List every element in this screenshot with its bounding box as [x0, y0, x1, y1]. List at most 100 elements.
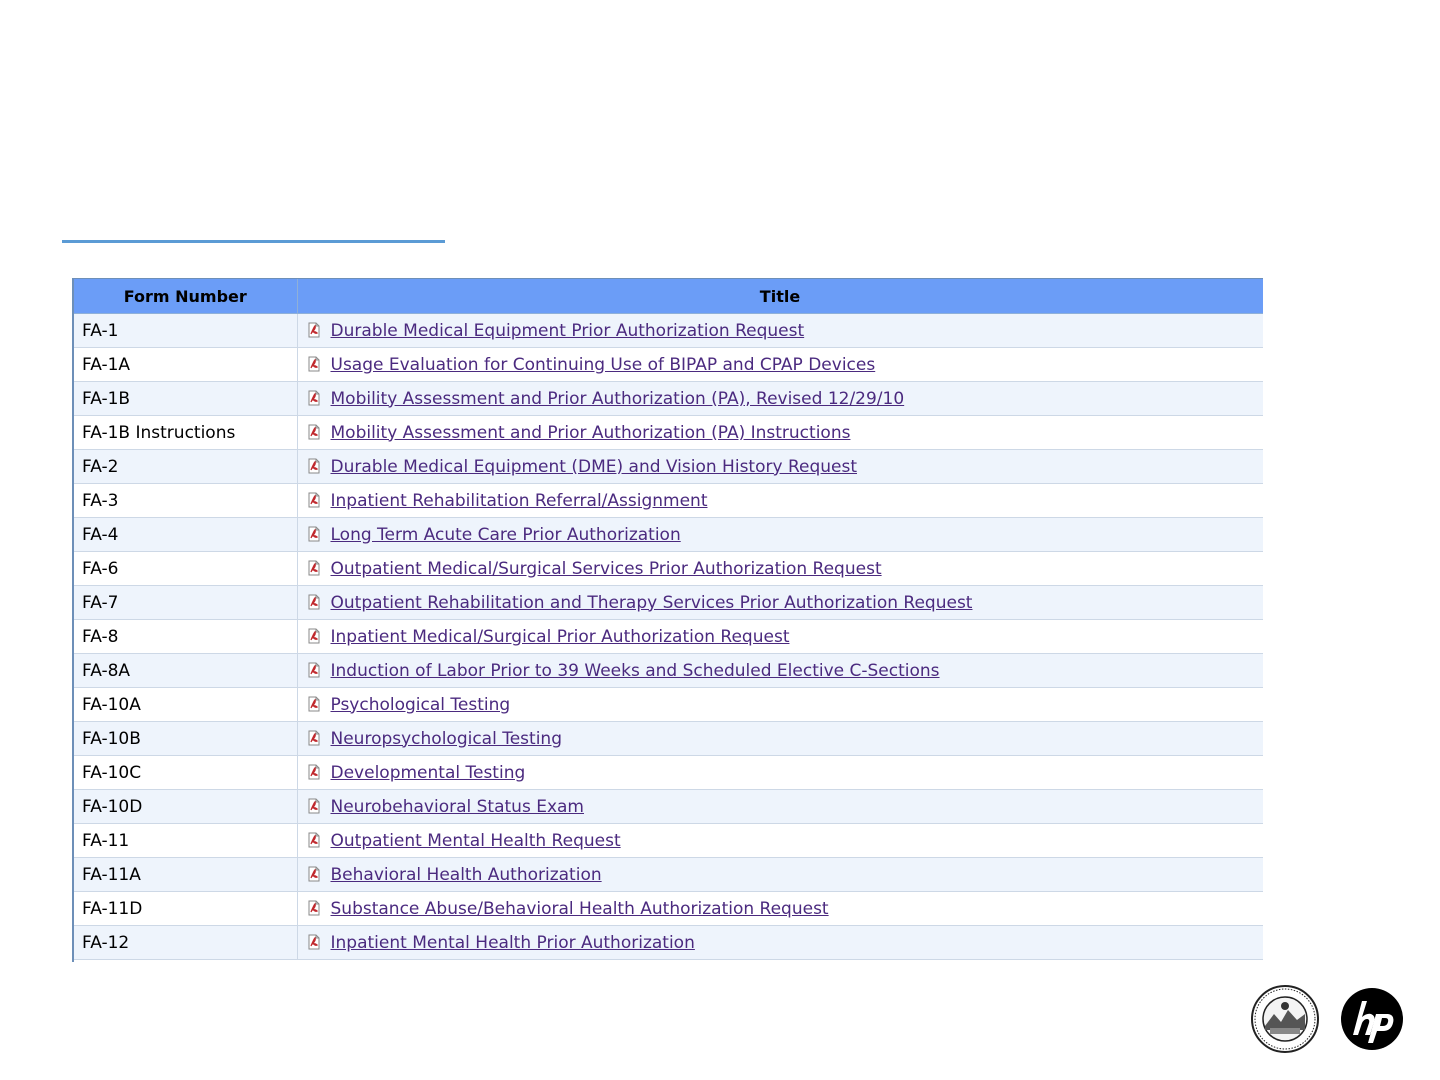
- form-number-cell: FA-4: [74, 517, 298, 552]
- form-number-cell: FA-3: [74, 483, 298, 518]
- title-cell: Psychological Testing: [297, 687, 1263, 722]
- form-title-link[interactable]: Outpatient Mental Health Request: [331, 831, 621, 851]
- title-cell: Behavioral Health Authorization: [297, 857, 1263, 892]
- title-cell: Mobility Assessment and Prior Authorizat…: [297, 415, 1263, 450]
- form-title-link[interactable]: Behavioral Health Authorization: [331, 865, 602, 885]
- form-title-link[interactable]: Inpatient Rehabilitation Referral/Assign…: [331, 491, 708, 511]
- table-row: FA-3 Inpatient Rehabilitation Referral/As…: [74, 483, 1263, 518]
- table-row: FA-11D Substance Abuse/Behavioral Health …: [74, 891, 1263, 926]
- pdf-icon[interactable]: [306, 322, 322, 338]
- table-row: FA-8A Induction of Labor Prior to 39 Week…: [74, 653, 1263, 688]
- pdf-icon[interactable]: [306, 492, 322, 508]
- table-row: FA-2 Durable Medical Equipment (DME) and …: [74, 449, 1263, 484]
- form-number-cell: FA-10A: [74, 687, 298, 722]
- pdf-icon[interactable]: [306, 934, 322, 950]
- form-number-cell: FA-8A: [74, 653, 298, 688]
- form-number-cell: FA-12: [74, 925, 298, 960]
- table-body: FA-1 Durable Medical Equipment Prior Auth…: [74, 313, 1263, 960]
- pdf-icon[interactable]: [306, 560, 322, 576]
- table-row: FA-1 Durable Medical Equipment Prior Auth…: [74, 313, 1263, 348]
- title-cell: Inpatient Mental Health Prior Authorizat…: [297, 925, 1263, 960]
- hp-logo-icon: [1341, 988, 1403, 1050]
- form-title-link[interactable]: Outpatient Rehabilitation and Therapy Se…: [331, 593, 973, 613]
- pdf-icon[interactable]: [306, 628, 322, 644]
- form-number-cell: FA-11: [74, 823, 298, 858]
- form-title-link[interactable]: Psychological Testing: [331, 695, 511, 715]
- pdf-icon[interactable]: [306, 866, 322, 882]
- form-number-cell: FA-7: [74, 585, 298, 620]
- column-header-title: Title: [297, 279, 1263, 314]
- form-title-link[interactable]: Inpatient Medical/Surgical Prior Authori…: [331, 627, 790, 647]
- title-cell: Usage Evaluation for Continuing Use of B…: [297, 347, 1263, 382]
- form-title-link[interactable]: Developmental Testing: [331, 763, 526, 783]
- form-number-cell: FA-1A: [74, 347, 298, 382]
- table-row: FA-10C Developmental Testing: [74, 755, 1263, 790]
- title-cell: Inpatient Medical/Surgical Prior Authori…: [297, 619, 1263, 654]
- table-row: FA-10B Neuropsychological Testing: [74, 721, 1263, 756]
- form-title-link[interactable]: Neuropsychological Testing: [331, 729, 563, 749]
- column-header-form-number: Form Number: [74, 279, 298, 314]
- table-row: FA-1B Mobility Assessment and Prior Autho…: [74, 381, 1263, 416]
- title-cell: Induction of Labor Prior to 39 Weeks and…: [297, 653, 1263, 688]
- title-cell: Inpatient Rehabilitation Referral/Assign…: [297, 483, 1263, 518]
- form-number-cell: FA-2: [74, 449, 298, 484]
- form-title-link[interactable]: Usage Evaluation for Continuing Use of B…: [331, 355, 876, 375]
- title-cell: Substance Abuse/Behavioral Health Author…: [297, 891, 1263, 926]
- title-cell: Neuropsychological Testing: [297, 721, 1263, 756]
- table-row: FA-8 Inpatient Medical/Surgical Prior Aut…: [74, 619, 1263, 654]
- form-number-cell: FA-10B: [74, 721, 298, 756]
- state-seal-icon: [1251, 985, 1319, 1053]
- form-title-link[interactable]: Outpatient Medical/Surgical Services Pri…: [331, 559, 882, 579]
- pdf-icon[interactable]: [306, 764, 322, 780]
- pdf-icon[interactable]: [306, 526, 322, 542]
- title-cell: Outpatient Rehabilitation and Therapy Se…: [297, 585, 1263, 620]
- footer-logos: [1250, 984, 1404, 1054]
- forms-table-container: Form Number Title FA-1 Durable Medical Eq…: [72, 278, 1263, 962]
- form-number-cell: FA-1: [74, 313, 298, 348]
- title-cell: Neurobehavioral Status Exam: [297, 789, 1263, 824]
- form-number-cell: FA-8: [74, 619, 298, 654]
- title-cell: Durable Medical Equipment Prior Authoriz…: [297, 313, 1263, 348]
- form-title-link[interactable]: Durable Medical Equipment (DME) and Visi…: [331, 457, 858, 477]
- title-cell: Outpatient Mental Health Request: [297, 823, 1263, 858]
- form-title-link[interactable]: Durable Medical Equipment Prior Authoriz…: [331, 321, 805, 341]
- form-number-cell: FA-6: [74, 551, 298, 586]
- form-title-link[interactable]: Neurobehavioral Status Exam: [331, 797, 584, 817]
- title-cell: Durable Medical Equipment (DME) and Visi…: [297, 449, 1263, 484]
- form-number-cell: FA-11D: [74, 891, 298, 926]
- table-header-row: Form Number Title: [74, 279, 1263, 314]
- form-number-cell: FA-10C: [74, 755, 298, 790]
- form-number-cell: FA-10D: [74, 789, 298, 824]
- title-cell: Outpatient Medical/Surgical Services Pri…: [297, 551, 1263, 586]
- pdf-icon[interactable]: [306, 730, 322, 746]
- form-number-cell: FA-11A: [74, 857, 298, 892]
- form-number-cell: FA-1B Instructions: [74, 415, 298, 450]
- pdf-icon[interactable]: [306, 662, 322, 678]
- table-row: FA-10A Psychological Testing: [74, 687, 1263, 722]
- form-title-link[interactable]: Substance Abuse/Behavioral Health Author…: [331, 899, 829, 919]
- table-row: FA-1A Usage Evaluation for Continuing Use…: [74, 347, 1263, 382]
- pdf-icon[interactable]: [306, 458, 322, 474]
- table-row: FA-12 Inpatient Mental Health Prior Autho…: [74, 925, 1263, 960]
- pdf-icon[interactable]: [306, 900, 322, 916]
- forms-table: Form Number Title FA-1 Durable Medical Eq…: [74, 279, 1263, 960]
- table-row: FA-1B Instructions Mobility Assessment an…: [74, 415, 1263, 450]
- form-title-link[interactable]: Long Term Acute Care Prior Authorization: [331, 525, 681, 545]
- pdf-icon[interactable]: [306, 696, 322, 712]
- pdf-icon[interactable]: [306, 594, 322, 610]
- title-underline: [62, 240, 445, 243]
- table-row: FA-4 Long Term Acute Care Prior Authoriza…: [74, 517, 1263, 552]
- pdf-icon[interactable]: [306, 798, 322, 814]
- pdf-icon[interactable]: [306, 832, 322, 848]
- form-title-link[interactable]: Mobility Assessment and Prior Authorizat…: [331, 389, 905, 409]
- pdf-icon[interactable]: [306, 390, 322, 406]
- form-number-cell: FA-1B: [74, 381, 298, 416]
- pdf-icon[interactable]: [306, 356, 322, 372]
- title-cell: Long Term Acute Care Prior Authorization: [297, 517, 1263, 552]
- title-cell: Developmental Testing: [297, 755, 1263, 790]
- table-row: FA-6 Outpatient Medical/Surgical Services…: [74, 551, 1263, 586]
- form-title-link[interactable]: Induction of Labor Prior to 39 Weeks and…: [331, 661, 940, 681]
- form-title-link[interactable]: Mobility Assessment and Prior Authorizat…: [331, 423, 851, 443]
- pdf-icon[interactable]: [306, 424, 322, 440]
- form-title-link[interactable]: Inpatient Mental Health Prior Authorizat…: [331, 933, 695, 953]
